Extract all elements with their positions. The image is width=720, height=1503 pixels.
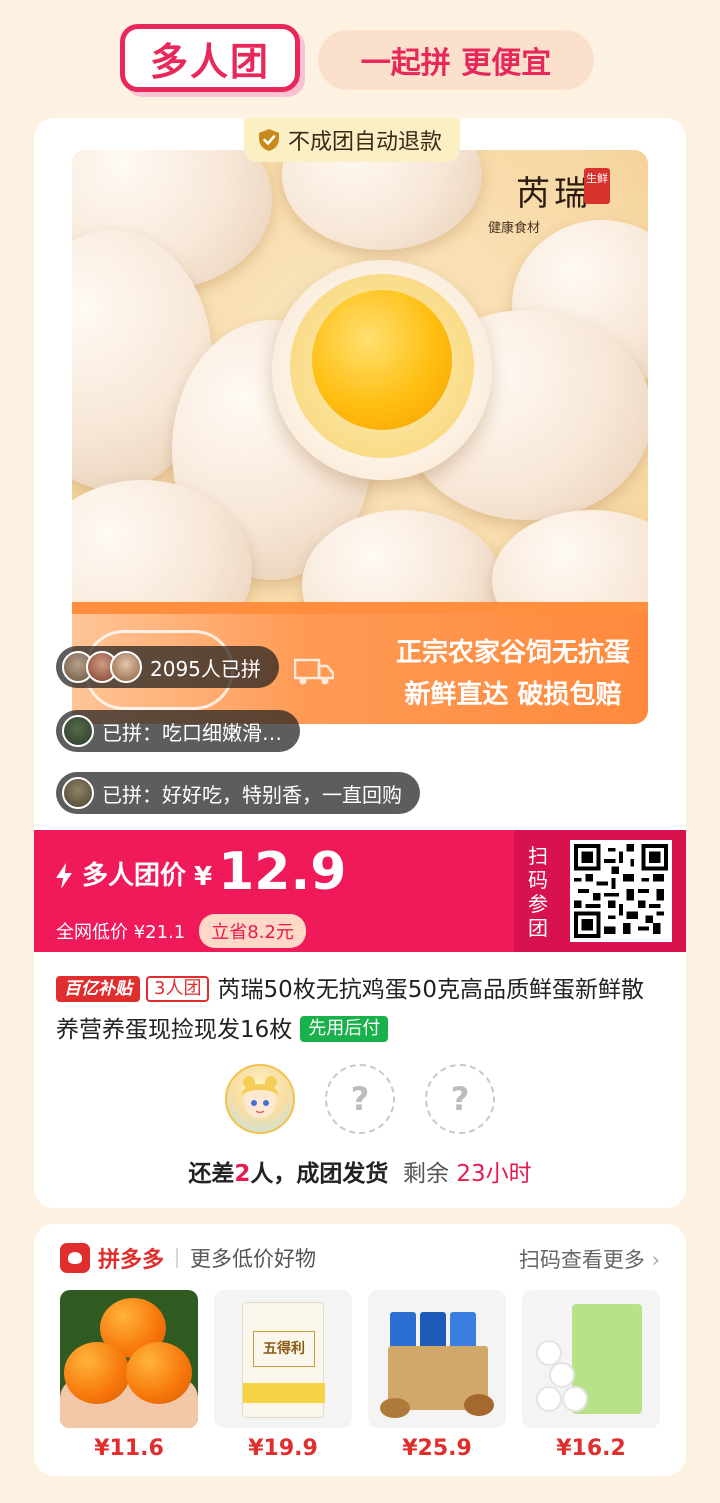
- subsidy-badge: 百亿补贴: [56, 976, 140, 1002]
- tissue-roll: [536, 1386, 562, 1412]
- brand-seal: 生鲜: [584, 168, 610, 204]
- group-buy-card: 不成团自动退款 芮瑞 生鲜 健康食材 正宗农家谷饲无抗蛋 新鲜直达 破损包赔 2…: [34, 118, 686, 1208]
- status-prefix: 还差: [188, 1161, 235, 1187]
- orange-fruit: [126, 1342, 192, 1404]
- pinduoduo-logo-icon: [60, 1243, 90, 1273]
- empty-slot-mark: ?: [350, 1080, 370, 1118]
- banner-line-1: 正宗农家谷饲无抗蛋: [395, 638, 630, 668]
- egg: [282, 150, 482, 250]
- save-tag: 立省8.2元: [199, 914, 306, 948]
- status-remaining-count: 2: [234, 1161, 251, 1187]
- product-price: ¥25.9: [402, 1436, 472, 1461]
- recommend-header: 拼多多 更多低价好物: [60, 1242, 316, 1274]
- original-price: 全网低价 ¥21.1: [56, 922, 186, 943]
- review-text: 已拼：吃口细嫩滑…: [102, 720, 282, 745]
- scan-to-join[interactable]: 扫码参团: [514, 830, 686, 952]
- anime-avatar-icon: [241, 1076, 279, 1118]
- pay-later-badge: 先用后付: [300, 1016, 389, 1042]
- avatar-group: [62, 651, 142, 683]
- avatar: [62, 777, 94, 809]
- price-label: 多人团价: [82, 861, 187, 891]
- banner-line-2: 新鲜直达 破损包赔: [404, 680, 622, 710]
- review-text: 已拼：好好吃，特别香，一直回购: [102, 782, 402, 807]
- app-name: 拼多多: [98, 1248, 165, 1273]
- tissue-roll: [536, 1340, 562, 1366]
- snacks-image: [368, 1290, 506, 1428]
- product-price: ¥11.6: [94, 1436, 164, 1461]
- header: 多人团 一起拼 更便宜: [0, 0, 720, 110]
- joined-count-bubble: 2095人已拼: [56, 646, 279, 688]
- lightning-icon: [56, 863, 72, 889]
- currency-symbol: ¥: [194, 862, 213, 892]
- scan-label: 扫码参团: [528, 844, 548, 940]
- scan-more-link[interactable]: 扫码查看更多 ›: [519, 1244, 660, 1274]
- member-avatar: [225, 1064, 295, 1134]
- tissue-image: [522, 1290, 660, 1428]
- remain-label: 剩余: [403, 1161, 450, 1187]
- orange-fruit: [64, 1342, 130, 1404]
- cookie: [464, 1394, 494, 1416]
- empty-slot-mark: ?: [450, 1080, 470, 1118]
- product-price: ¥19.9: [248, 1436, 318, 1461]
- duorentuan-logo: 多人团: [120, 24, 300, 92]
- price-sub-row: 全网低价 ¥21.1 立省8.2元: [56, 914, 306, 948]
- product-list: ¥11.6 五得利 ¥19.9 ¥25.9 ¥16.2: [60, 1290, 660, 1461]
- flour-stripe: [243, 1383, 325, 1403]
- status-suffix: 人，成团发货: [250, 1161, 389, 1187]
- shield-check-icon: [259, 129, 279, 151]
- recommend-title: 更多低价好物: [190, 1247, 317, 1271]
- chevron-right-icon: ›: [651, 1248, 660, 1272]
- orange-image: [60, 1290, 198, 1428]
- product-item-orange[interactable]: ¥11.6: [60, 1290, 198, 1461]
- scan-more-label: 扫码查看更多: [518, 1248, 645, 1272]
- logo-text: 多人团: [149, 39, 270, 84]
- cookie: [380, 1398, 410, 1418]
- divider: [176, 1248, 179, 1268]
- banner-text: 正宗农家谷饲无抗蛋 新鲜直达 破损包赔: [396, 632, 630, 716]
- product-image[interactable]: 芮瑞 生鲜 健康食材 正宗农家谷饲无抗蛋 新鲜直达 破损包赔: [72, 150, 648, 724]
- review-bubble: 已拼：好好吃，特别香，一直回购: [56, 772, 420, 814]
- group-status: 还差2人，成团发货 剩余 23小时: [34, 1154, 686, 1188]
- cracked-egg: [272, 260, 492, 480]
- price-row: 多人团价 ¥ 12.9: [54, 844, 346, 900]
- recommend-card: 拼多多 更多低价好物 扫码查看更多 › ¥11.6 五得利 ¥19.9 ¥25.…: [34, 1224, 686, 1476]
- product-item-flour[interactable]: 五得利 ¥19.9: [214, 1290, 352, 1461]
- group-price: 12.9: [218, 842, 347, 902]
- avatar: [62, 715, 94, 747]
- flour-image: 五得利: [214, 1290, 352, 1428]
- flour-bag: 五得利: [242, 1302, 325, 1418]
- empty-member-slot: ?: [425, 1064, 495, 1134]
- empty-member-slot: ?: [325, 1064, 395, 1134]
- product-title[interactable]: 百亿补贴 3人团 芮瑞50枚无抗鸡蛋50克高品质鲜蛋新鲜散养营养蛋现捡现发16枚 先用…: [56, 970, 666, 1050]
- remain-time: 23小时: [456, 1161, 532, 1187]
- tissue-roll: [562, 1386, 588, 1412]
- flour-label: 五得利: [253, 1331, 315, 1367]
- brand-subtitle: 健康食材: [488, 221, 541, 236]
- qr-code[interactable]: [570, 840, 672, 942]
- avatar: [110, 651, 142, 683]
- product-item-tissue[interactable]: ¥16.2: [522, 1290, 660, 1461]
- refund-tag: 不成团自动退款: [244, 118, 461, 162]
- slogan: 一起拼 更便宜: [318, 30, 594, 90]
- group-members: ? ?: [34, 1064, 686, 1134]
- joined-count: 2095人已拼: [150, 656, 261, 681]
- team-size-badge: 3人团: [146, 976, 210, 1002]
- banner-stripe: [72, 602, 648, 614]
- review-bubble: 已拼：吃口细嫩滑…: [56, 710, 300, 752]
- refund-tag-label: 不成团自动退款: [288, 130, 443, 155]
- truck-icon: [294, 658, 334, 685]
- egg-yolk: [312, 290, 452, 430]
- product-item-snacks[interactable]: ¥25.9: [368, 1290, 506, 1461]
- price-bar: 多人团价 ¥ 12.9 全网低价 ¥21.1 立省8.2元 扫码参团: [34, 830, 686, 952]
- tissue-roll: [549, 1362, 575, 1388]
- product-price: ¥16.2: [556, 1436, 626, 1461]
- brand-logo: 芮瑞 生鲜 健康食材: [484, 166, 624, 236]
